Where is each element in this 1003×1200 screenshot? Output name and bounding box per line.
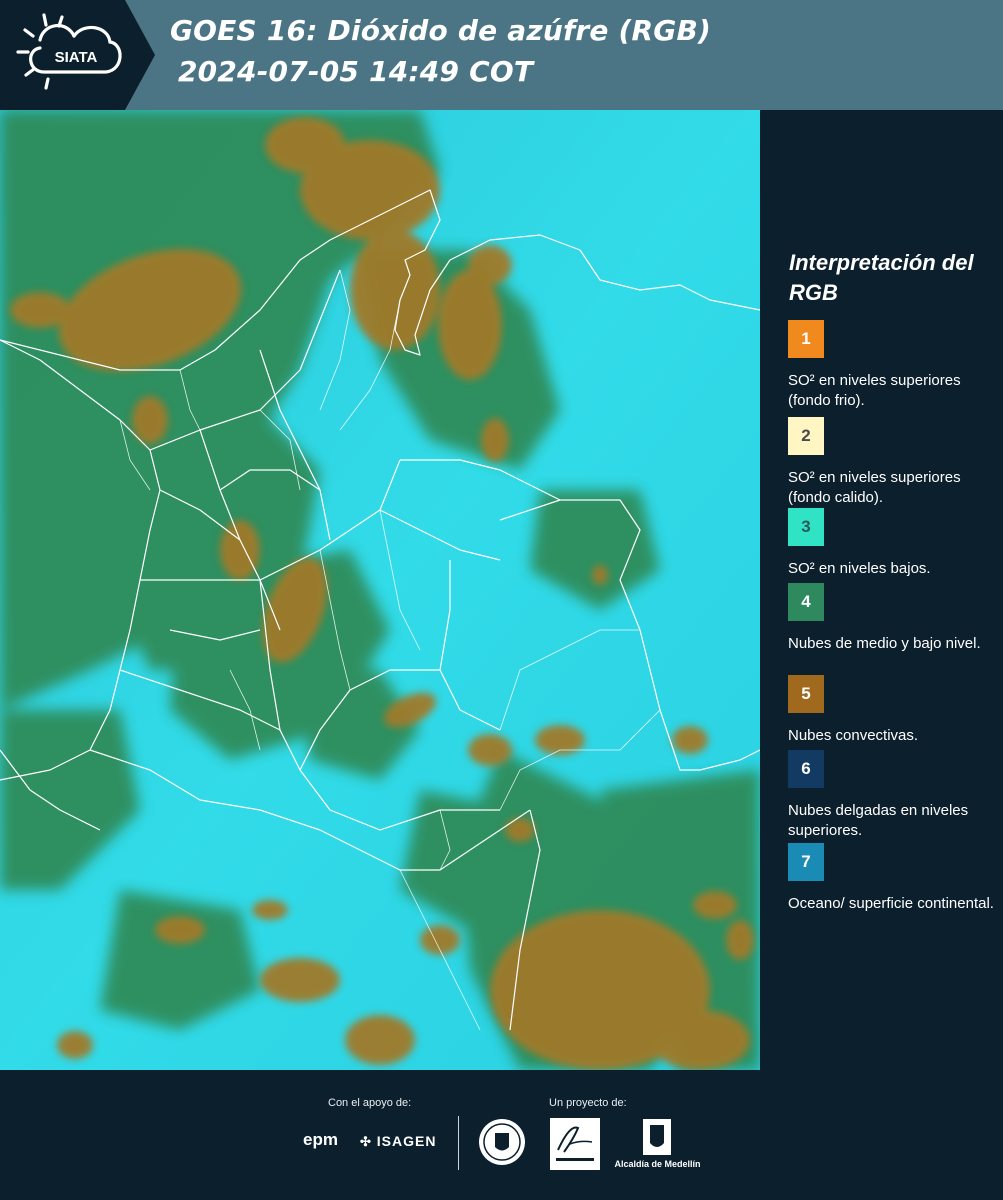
support-label: Con el apoyo de: <box>328 1097 412 1109</box>
satellite-map <box>0 110 760 1070</box>
legend-item-3: 3 SO² en niveles bajos. <box>788 508 998 579</box>
legend-label-3: SO² en niveles bajos. <box>788 560 931 577</box>
legend-panel: Interpretación del RGB 1 SO² en niveles … <box>760 110 1003 1070</box>
legend-item-5: 5 Nubes convectivas. <box>788 675 998 746</box>
legend-label-5: Nubes convectivas. <box>788 727 919 744</box>
footer: Con el apoyo de: Un proyecto de: epm ✣ I… <box>0 1070 1003 1200</box>
legend-item-1: 1 SO² en niveles superiores (fondo frio)… <box>788 320 998 411</box>
legend-swatch-2: 2 <box>788 417 824 455</box>
siata-logo: SIATA <box>0 0 155 110</box>
legend-swatch-5: 5 <box>788 675 824 713</box>
siata-logo-text: SIATA <box>55 49 98 66</box>
area-metropolitana-logo <box>550 1118 600 1170</box>
alcaldia-label: Alcaldía de Medellín <box>614 1159 701 1169</box>
epm-logo: epm <box>303 1130 338 1149</box>
legend-title: Interpretación del RGB <box>789 250 974 305</box>
page-title: GOES 16: Dióxido de azúfre (RGB) <box>170 14 712 47</box>
legend-swatch-3: 3 <box>788 508 824 546</box>
medellin-seal-icon <box>477 1117 527 1167</box>
legend-item-7: 7 Oceano/ superficie continental. <box>788 843 998 914</box>
timestamp: 2024-07-05 14:49 COT <box>178 55 534 88</box>
isagen-logo-text: ISAGEN <box>376 1133 437 1149</box>
legend-item-6: 6 Nubes delgadas en niveles superiores. <box>788 750 998 841</box>
legend-swatch-6: 6 <box>788 750 824 788</box>
footer-divider <box>458 1116 459 1170</box>
isagen-mark-icon: ✣ <box>360 1134 372 1149</box>
legend-item-4: 4 Nubes de medio y bajo nivel. <box>788 583 998 654</box>
isagen-logo: ✣ ISAGEN <box>360 1133 436 1150</box>
legend-swatch-4: 4 <box>788 583 824 621</box>
legend-label-7: Oceano/ superficie continental. <box>788 895 994 912</box>
project-label: Un proyecto de: <box>549 1097 627 1109</box>
legend-label-6: Nubes delgadas en niveles superiores. <box>788 802 969 839</box>
legend-label-1: SO² en niveles superiores (fondo frio). <box>788 372 961 409</box>
legend-swatch-1: 1 <box>788 320 824 358</box>
alcaldia-medellin-logo: Alcaldía de Medellín <box>610 1117 705 1177</box>
legend-swatch-7: 7 <box>788 843 824 881</box>
legend-label-4: Nubes de medio y bajo nivel. <box>788 635 981 652</box>
legend-item-2: 2 SO² en niveles superiores (fondo calid… <box>788 417 998 508</box>
header-bar: SIATA GOES 16: Dióxido de azúfre (RGB) 2… <box>0 0 1003 110</box>
legend-label-2: SO² en niveles superiores (fondo calido)… <box>788 469 961 506</box>
